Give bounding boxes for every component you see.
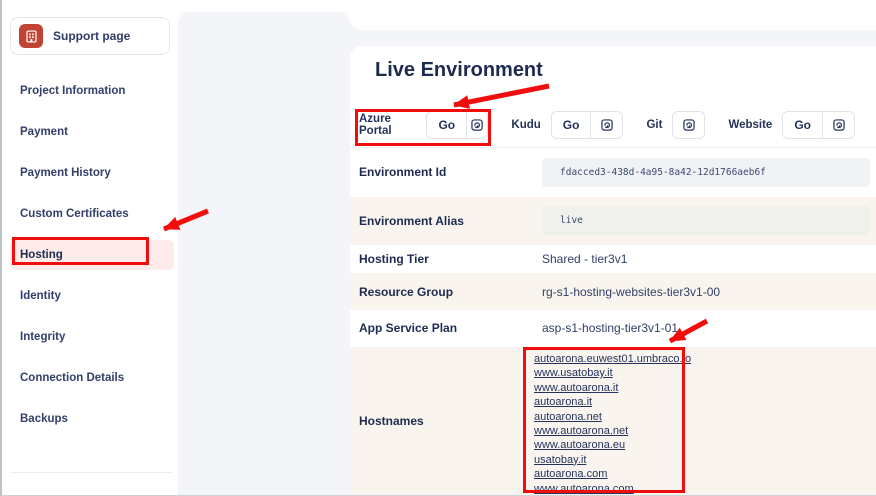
table-row-hostnames: Hostnames autoarona.euwest01.umbraco.iow… (350, 347, 876, 496)
nav-item-label: Project Information (20, 85, 125, 97)
row-value-wrap: fdacced3-438d-4a95-8a42-12d1766aeb6f (533, 158, 876, 187)
sidebar-divider (10, 472, 172, 473)
sidebar-nav-item[interactable]: Payment History (2, 152, 178, 193)
git-buttons (672, 111, 705, 139)
row-label: Hosting Tier (350, 252, 533, 266)
hostname-list: autoarona.euwest01.umbraco.iowww.usatoba… (533, 347, 876, 496)
nav-item-label: Hosting (20, 249, 63, 261)
sidebar-nav-item[interactable]: Custom Certificates (2, 193, 178, 234)
sidebar-nav-item[interactable]: Integrity (2, 316, 178, 357)
environment-links-toolbar: Azure Portal Go Ku (359, 110, 876, 140)
sidebar-nav-item[interactable]: Payment (2, 111, 178, 152)
hostname-link[interactable]: www.autoarona.it (534, 381, 618, 395)
git-copy-button[interactable] (673, 112, 704, 138)
nav-item-label: Identity (20, 290, 61, 302)
git-label: Git (646, 119, 662, 131)
link-group-git: Git (646, 111, 705, 139)
azure-portal-label: Azure Portal (359, 113, 416, 137)
table-row-environment-alias: Environment Alias live (350, 197, 876, 246)
table-row-hosting-tier: Hosting Tier Shared - tier3v1 (350, 245, 876, 273)
nav-item-label: Payment History (20, 167, 111, 179)
top-strip-card (350, 0, 876, 30)
app-window: Support page Project Information Payment… (0, 0, 876, 496)
row-label: Environment Id (350, 165, 533, 179)
hostname-link[interactable]: usatobay.it (534, 453, 586, 467)
azure-portal-buttons: Go (426, 111, 488, 139)
sidebar: Support page Project Information Payment… (2, 0, 178, 495)
hosting-tier-value: Shared - tier3v1 (533, 252, 876, 266)
nav-item-label: Backups (20, 413, 68, 425)
nav-item-label: Payment (20, 126, 68, 138)
environment-card: Live Environment Azure Portal Go (350, 46, 876, 496)
sidebar-nav-item[interactable]: Identity (2, 275, 178, 316)
copy-to-clipboard-icon (600, 118, 614, 132)
link-group-kudu: Kudu Go (511, 111, 623, 139)
page-title: Live Environment (375, 59, 543, 82)
table-row-resource-group: Resource Group rg-s1-hosting-websites-ti… (350, 273, 876, 310)
kudu-buttons: Go (551, 111, 624, 139)
resource-group-value: rg-s1-hosting-websites-tier3v1-00 (533, 285, 876, 299)
nav-item-label: Custom Certificates (20, 208, 129, 220)
row-value-wrap: live (533, 206, 876, 235)
kudu-copy-button[interactable] (591, 112, 622, 138)
hostname-link[interactable]: autoarona.euwest01.umbraco.io (534, 352, 691, 366)
environment-details-table: Environment Id fdacced3-438d-4a95-8a42-1… (350, 147, 876, 496)
row-label: Hostnames (350, 414, 533, 428)
azure-portal-go-button[interactable]: Go (427, 112, 466, 138)
hostname-link[interactable]: autoarona.net (534, 410, 602, 424)
row-label: Environment Alias (350, 214, 533, 228)
hostname-link[interactable]: www.autoarona.eu (534, 438, 625, 452)
azure-portal-copy-button[interactable] (467, 112, 488, 138)
support-page-label: Support page (53, 29, 130, 43)
copy-to-clipboard-icon (832, 118, 846, 132)
hostname-link[interactable]: www.usatobay.it (534, 366, 613, 380)
website-copy-button[interactable] (823, 112, 854, 138)
nav-item-label: Integrity (20, 331, 65, 343)
copy-to-clipboard-icon (470, 118, 484, 132)
table-row-app-service-plan: App Service Plan asp-s1-hosting-tier3v1-… (350, 310, 876, 347)
environment-id-value: fdacced3-438d-4a95-8a42-12d1766aeb6f (542, 158, 870, 187)
website-go-button[interactable]: Go (783, 112, 822, 138)
hostname-link[interactable]: www.autoarona.net (534, 424, 628, 438)
link-group-website: Website Go (728, 111, 855, 139)
sidebar-nav-item[interactable]: Connection Details (2, 357, 178, 398)
support-page-icon (19, 24, 43, 48)
sidebar-nav-item[interactable]: Hosting (10, 240, 174, 270)
main-area: Live Environment Azure Portal Go (350, 0, 876, 496)
sidebar-nav: Project Information Payment Payment Hist… (2, 70, 178, 439)
sidebar-nav-item[interactable]: Project Information (2, 70, 178, 111)
website-buttons: Go (782, 111, 855, 139)
nav-item-label: Connection Details (20, 372, 124, 384)
collapsed-panel-column (178, 12, 350, 496)
hostname-link[interactable]: autoarona.it (534, 395, 592, 409)
hostname-link[interactable]: www.autoarona.com (534, 482, 634, 496)
kudu-go-button[interactable]: Go (552, 112, 591, 138)
sidebar-nav-item[interactable]: Backups (2, 398, 178, 439)
website-label: Website (728, 119, 772, 131)
row-label: Resource Group (350, 285, 533, 299)
environment-alias-value: live (542, 206, 870, 235)
row-label: App Service Plan (350, 321, 533, 335)
app-service-plan-value: asp-s1-hosting-tier3v1-01 (533, 321, 876, 335)
table-row-environment-id: Environment Id fdacced3-438d-4a95-8a42-1… (350, 148, 876, 197)
support-page-card[interactable]: Support page (10, 17, 170, 55)
hostname-link[interactable]: autoarona.com (534, 467, 607, 481)
link-group-azure-portal: Azure Portal Go (359, 111, 488, 139)
copy-to-clipboard-icon (682, 118, 696, 132)
kudu-label: Kudu (511, 119, 540, 131)
